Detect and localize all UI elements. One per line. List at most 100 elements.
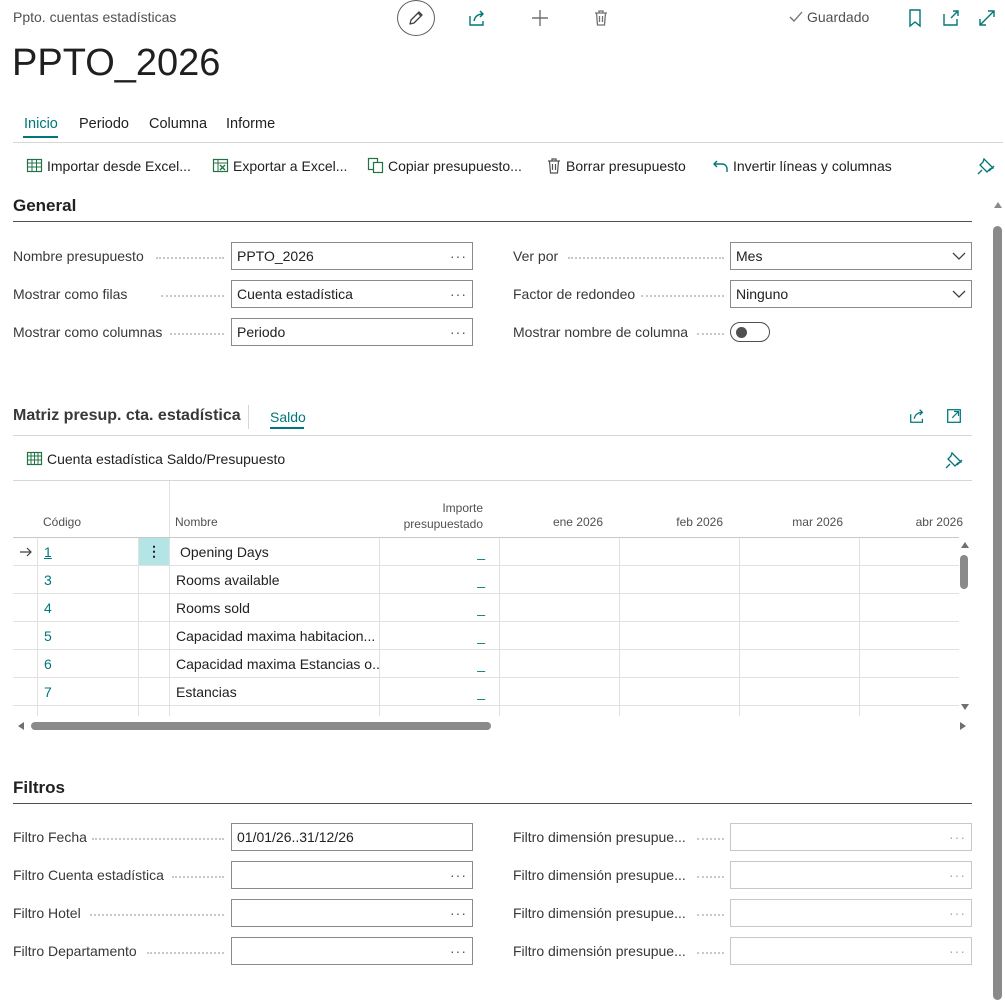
month-cell[interactable]: [860, 622, 959, 650]
bookmark-button[interactable]: [905, 8, 925, 28]
scroll-left-arrow-icon[interactable]: [18, 722, 24, 730]
row-amount[interactable]: _: [380, 678, 500, 706]
delete-budget-action[interactable]: Borrar presupuesto: [546, 157, 686, 174]
lookup-icon[interactable]: ···: [450, 943, 467, 959]
lookup-icon[interactable]: ···: [949, 867, 966, 883]
grid-vertical-scrollbar[interactable]: [959, 540, 971, 716]
month-cell[interactable]: [620, 678, 740, 706]
row-indicator[interactable]: [13, 566, 38, 594]
row-indicator[interactable]: [13, 650, 38, 678]
col-header-month[interactable]: mar 2026: [743, 515, 843, 529]
month-cell[interactable]: [500, 650, 620, 678]
month-cell[interactable]: [620, 594, 740, 622]
month-cell[interactable]: [500, 594, 620, 622]
row-code[interactable]: 3: [38, 566, 139, 594]
show-col-name-toggle[interactable]: [730, 322, 770, 342]
row-amount-cell[interactable]: [380, 706, 500, 716]
month-cell[interactable]: [860, 566, 959, 594]
export-excel-action[interactable]: Exportar a Excel...: [212, 157, 347, 174]
tab-inicio[interactable]: Inicio: [24, 116, 58, 132]
col-header-name[interactable]: Nombre: [175, 515, 218, 529]
row-indicator[interactable]: [13, 538, 38, 566]
row-menu-cell[interactable]: [139, 622, 170, 650]
scroll-up-arrow-icon[interactable]: [994, 202, 1002, 208]
dimension-filter-field[interactable]: ···: [730, 937, 972, 965]
dimension-filter-field[interactable]: ···: [730, 899, 972, 927]
month-cell[interactable]: [620, 706, 740, 716]
lookup-icon[interactable]: ···: [450, 286, 467, 302]
row-menu-cell[interactable]: [139, 566, 170, 594]
month-cell[interactable]: [500, 678, 620, 706]
tab-periodo[interactable]: Periodo: [79, 116, 129, 132]
lookup-icon[interactable]: ···: [949, 829, 966, 845]
month-cell[interactable]: [620, 538, 740, 566]
row-menu-cell[interactable]: [139, 706, 170, 716]
dimension-filter-field[interactable]: ···: [730, 823, 972, 851]
month-cell[interactable]: [860, 706, 959, 716]
month-cell[interactable]: [860, 650, 959, 678]
row-code[interactable]: 4: [38, 594, 139, 622]
month-cell[interactable]: [740, 538, 860, 566]
share-button[interactable]: [467, 8, 487, 28]
month-cell[interactable]: [740, 622, 860, 650]
page-vertical-scrollbar[interactable]: [992, 198, 1005, 1004]
month-cell[interactable]: [620, 622, 740, 650]
row-indicator[interactable]: [13, 678, 38, 706]
edit-button[interactable]: [397, 0, 435, 36]
month-cell[interactable]: [860, 538, 959, 566]
month-cell[interactable]: [740, 566, 860, 594]
view-by-select[interactable]: Mes: [730, 242, 972, 270]
month-cell[interactable]: [620, 650, 740, 678]
col-header-amount-line1[interactable]: Importe: [383, 501, 483, 515]
scrollbar-thumb[interactable]: [993, 226, 1002, 1000]
month-cell[interactable]: [740, 650, 860, 678]
hotel-filter-field[interactable]: ···: [231, 899, 473, 927]
month-cell[interactable]: [860, 594, 959, 622]
lookup-icon[interactable]: ···: [949, 943, 966, 959]
tab-informe[interactable]: Informe: [226, 116, 275, 132]
row-indicator[interactable]: [13, 706, 38, 716]
row-amount[interactable]: _: [380, 594, 500, 622]
lookup-icon[interactable]: ···: [450, 905, 467, 921]
expand-button[interactable]: [977, 8, 997, 28]
row-amount[interactable]: _: [380, 650, 500, 678]
import-excel-action[interactable]: Importar desde Excel...: [26, 157, 191, 174]
new-button[interactable]: [530, 8, 550, 28]
lookup-icon[interactable]: ···: [450, 324, 467, 340]
date-filter-field[interactable]: 01/01/26..31/12/26: [231, 823, 473, 851]
month-cell[interactable]: [740, 706, 860, 716]
row-amount[interactable]: _: [380, 566, 500, 594]
row-code[interactable]: 7: [38, 678, 139, 706]
row-code[interactable]: 1: [38, 538, 139, 566]
scrollbar-thumb[interactable]: [31, 722, 491, 730]
col-header-month[interactable]: abr 2026: [863, 515, 963, 529]
lookup-icon[interactable]: ···: [450, 867, 467, 883]
tab-columna[interactable]: Columna: [149, 116, 207, 132]
row-indicator[interactable]: [13, 622, 38, 650]
scroll-up-arrow-icon[interactable]: [961, 542, 969, 548]
month-cell[interactable]: [500, 538, 620, 566]
dimension-filter-field[interactable]: ···: [730, 861, 972, 889]
month-cell[interactable]: [500, 706, 620, 716]
open-new-window-button[interactable]: [941, 8, 961, 28]
copy-budget-action[interactable]: Copiar presupuesto...: [367, 157, 522, 174]
row-menu-cell[interactable]: [139, 650, 170, 678]
scrollbar-thumb[interactable]: [960, 555, 968, 589]
row-amount[interactable]: _: [380, 538, 500, 566]
row-code[interactable]: 6: [38, 650, 139, 678]
col-header-month[interactable]: feb 2026: [623, 515, 723, 529]
row-amount[interactable]: _: [380, 622, 500, 650]
rounding-select[interactable]: Ninguno: [730, 280, 972, 308]
month-cell[interactable]: [860, 678, 959, 706]
show-rows-field[interactable]: Cuenta estadística ···: [231, 280, 473, 308]
budget-name-field[interactable]: PPTO_2026 ···: [231, 242, 473, 270]
row-code[interactable]: 5: [38, 622, 139, 650]
row-menu-button[interactable]: ⋮: [139, 538, 170, 566]
month-cell[interactable]: [740, 594, 860, 622]
col-header-amount-line2[interactable]: presupuestado: [383, 517, 483, 531]
row-indicator[interactable]: [13, 594, 38, 622]
lookup-icon[interactable]: ···: [949, 905, 966, 921]
stat-account-filter-field[interactable]: ···: [231, 861, 473, 889]
show-cols-field[interactable]: Periodo ···: [231, 318, 473, 346]
col-header-month[interactable]: ene 2026: [503, 515, 603, 529]
